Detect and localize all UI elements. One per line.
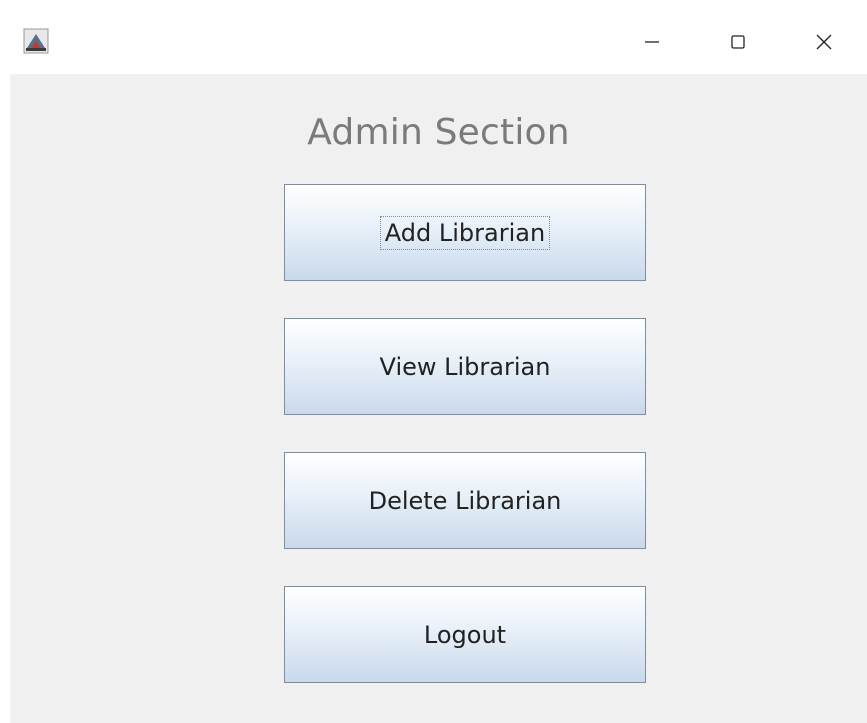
- minimize-button[interactable]: [622, 16, 682, 68]
- logout-button[interactable]: Logout: [284, 586, 646, 683]
- add-librarian-label: Add Librarian: [379, 215, 551, 250]
- delete-librarian-label: Delete Librarian: [368, 486, 562, 515]
- view-librarian-label: View Librarian: [379, 352, 551, 381]
- close-icon: [816, 34, 832, 50]
- view-librarian-button[interactable]: View Librarian: [284, 318, 646, 415]
- delete-librarian-button[interactable]: Delete Librarian: [284, 452, 646, 549]
- java-app-icon[interactable]: [23, 28, 49, 54]
- title-bar[interactable]: [10, 10, 867, 74]
- admin-panel: Admin Section Add Librarian View Librari…: [10, 74, 867, 723]
- page-title: Admin Section: [307, 112, 570, 153]
- minimize-icon: [645, 41, 659, 43]
- close-button[interactable]: [794, 16, 854, 68]
- maximize-button[interactable]: [708, 16, 768, 68]
- logout-label: Logout: [423, 620, 507, 649]
- add-librarian-button[interactable]: Add Librarian: [284, 184, 646, 281]
- maximize-icon: [731, 35, 745, 49]
- admin-window: Admin Section Add Librarian View Librari…: [10, 10, 867, 723]
